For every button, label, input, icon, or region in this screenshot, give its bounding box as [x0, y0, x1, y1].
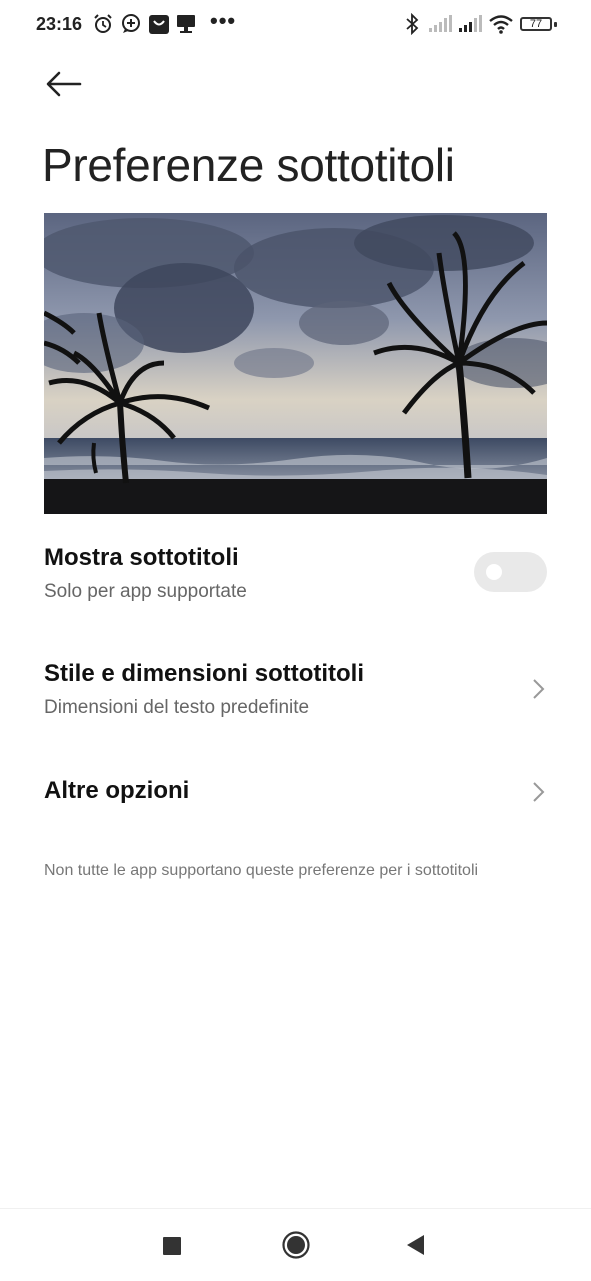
signal-icon	[459, 15, 482, 32]
signal-icon	[429, 15, 452, 32]
more-options-title: Altre opzioni	[44, 777, 190, 804]
status-time: 23:16	[36, 14, 83, 34]
bluetooth-icon	[406, 13, 419, 35]
home-icon[interactable]	[281, 1230, 311, 1260]
more-dots-icon: •••	[210, 8, 237, 33]
battery-icon: 77	[520, 17, 552, 31]
footnote: Non tutte le app supportano queste prefe…	[44, 862, 479, 879]
show-subtitles-toggle[interactable]	[474, 552, 547, 592]
battery-cap	[554, 22, 557, 27]
back-button[interactable]	[40, 66, 88, 102]
arrow-left-icon	[46, 71, 82, 97]
shop-icon	[149, 15, 169, 34]
status-bar: 23:16 ••• 77	[0, 0, 591, 52]
style-size-subtitle: Dimensioni del testo predefinite	[44, 697, 310, 718]
wifi-icon	[489, 15, 513, 34]
back-icon[interactable]	[404, 1233, 428, 1257]
chevron-right-icon	[533, 782, 545, 802]
navigation-bar	[0, 1208, 591, 1281]
page-title: Preferenze sottotitoli	[42, 139, 455, 191]
recents-icon[interactable]	[160, 1234, 184, 1258]
subtitle-preview-image	[44, 213, 547, 514]
style-size-title: Stile e dimensioni sottotitoli	[44, 660, 365, 687]
pinned-notification-icon	[177, 15, 195, 33]
battery-level: 77	[529, 18, 543, 30]
chevron-right-icon	[533, 679, 545, 699]
show-subtitles-title: Mostra sottotitoli	[44, 544, 239, 571]
show-subtitles-subtitle: Solo per app supportate	[44, 581, 247, 602]
toggle-knob	[486, 564, 502, 580]
whatsapp-icon	[122, 14, 140, 33]
alarm-icon	[94, 14, 112, 33]
style-size-row[interactable]: Stile e dimensioni sottotitoli Dimension…	[0, 652, 591, 732]
more-options-row[interactable]: Altre opzioni	[0, 766, 591, 822]
